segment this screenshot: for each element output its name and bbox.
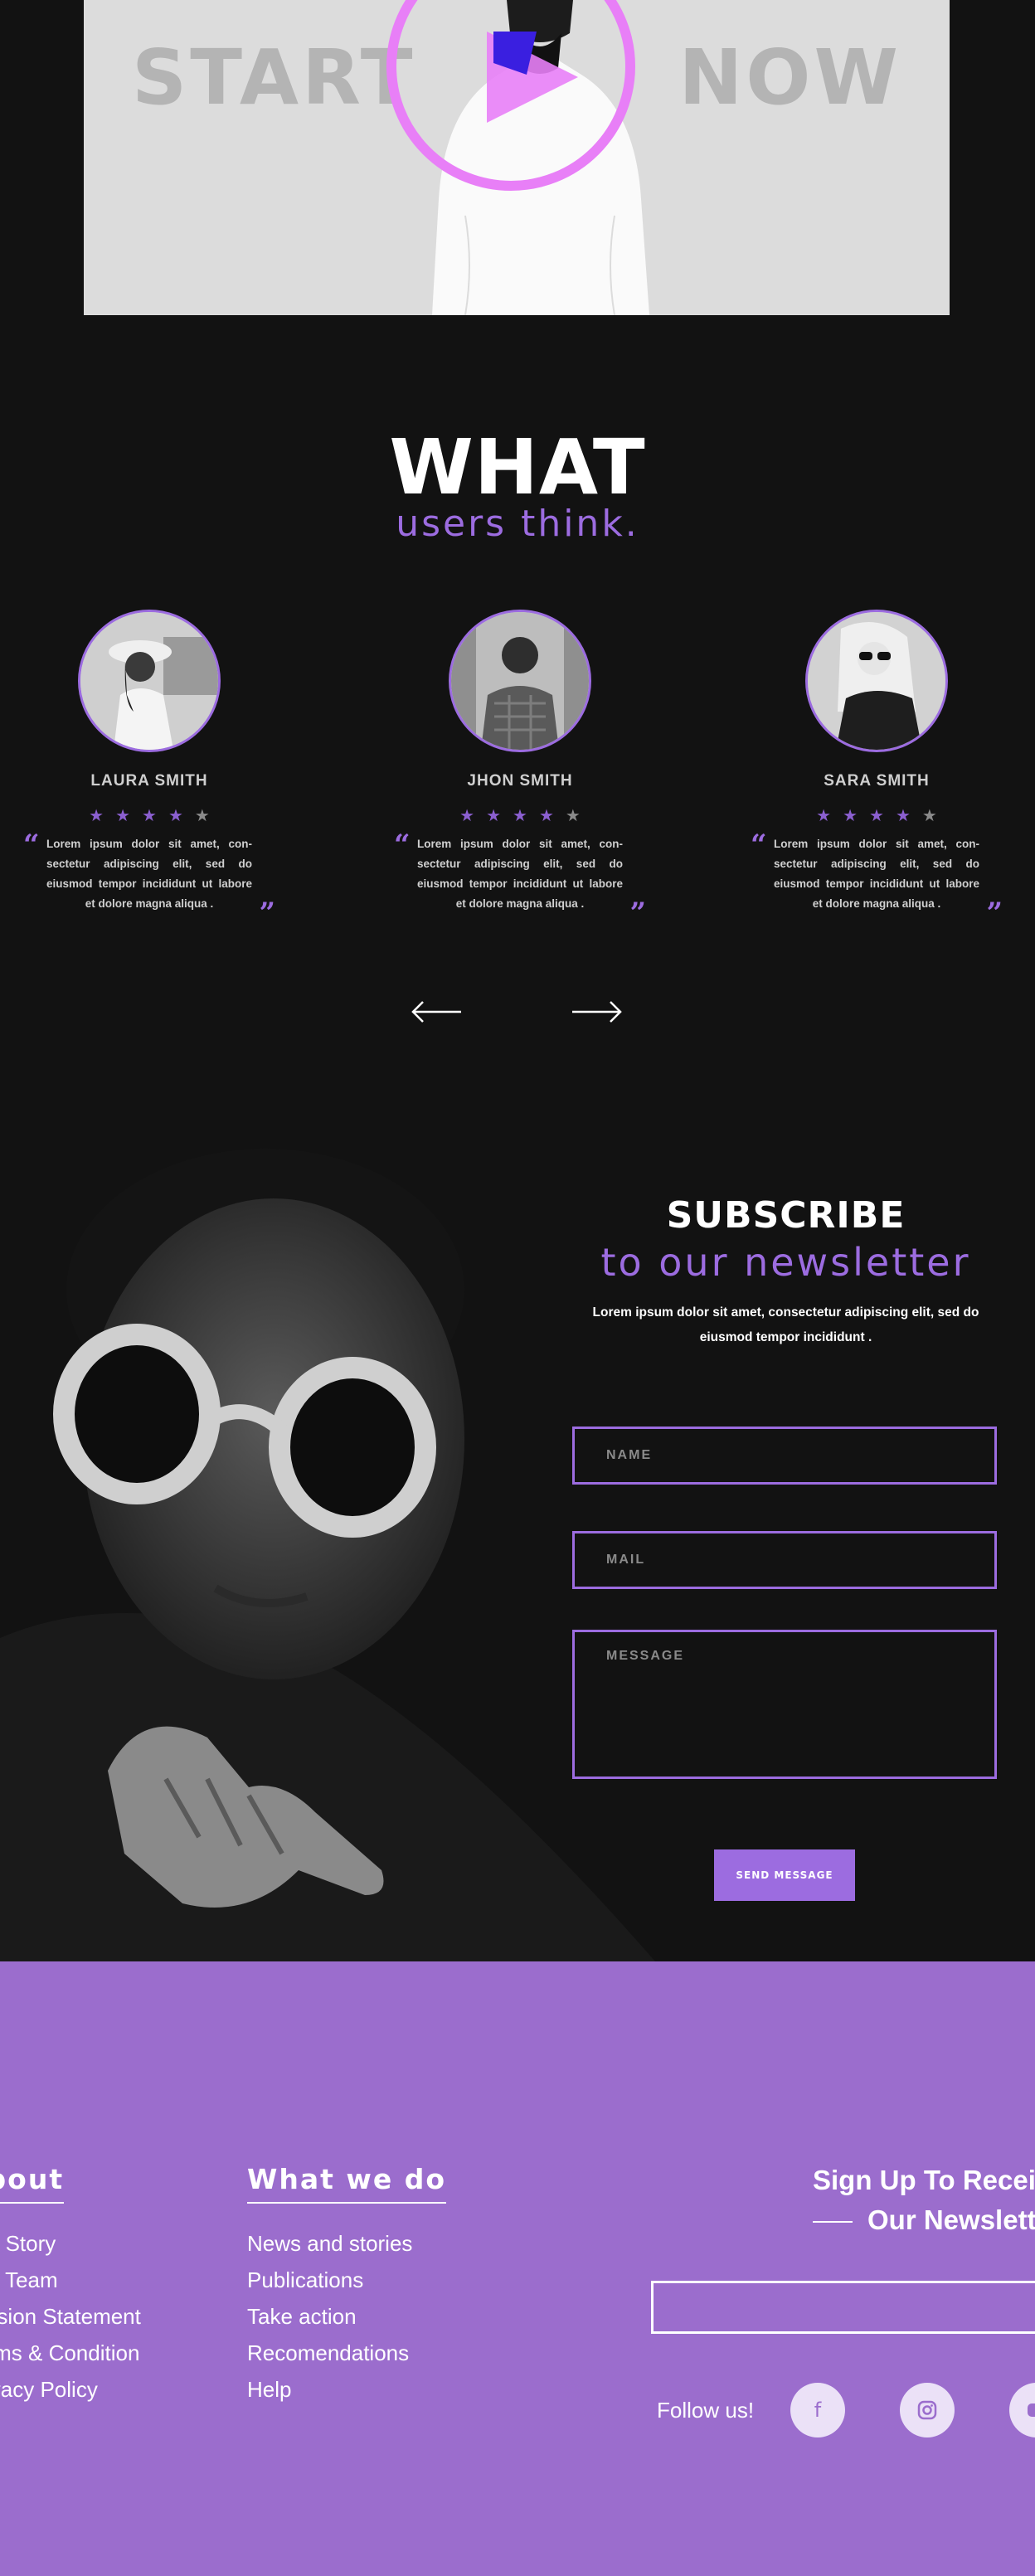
footer-link-terms[interactable]: Terms & Condition bbox=[0, 2335, 141, 2371]
newsletter-title: Sign Up To Receive Our Newsletter bbox=[813, 2160, 1035, 2240]
footer-link-mission-statement[interactable]: Mission Statement bbox=[0, 2298, 141, 2335]
send-message-button[interactable]: SEND MESSAGE bbox=[714, 1849, 855, 1901]
message-field[interactable] bbox=[572, 1630, 997, 1779]
mail-field[interactable] bbox=[572, 1531, 997, 1589]
footer-link-recomendations[interactable]: Recomendations bbox=[247, 2335, 412, 2371]
footer-link-take-action[interactable]: Take action bbox=[247, 2298, 412, 2335]
newsletter-email-input[interactable] bbox=[651, 2281, 1035, 2334]
facebook-icon[interactable]: f bbox=[790, 2383, 845, 2437]
quote-open-icon: “ bbox=[394, 829, 411, 862]
footer-link-help[interactable]: Help bbox=[247, 2371, 412, 2408]
footer-about-title: About bbox=[0, 2163, 65, 2204]
avatar bbox=[805, 610, 948, 752]
newsletter-dash bbox=[813, 2221, 853, 2224]
newsletter-title-line2: Our Newsletter bbox=[867, 2204, 1035, 2235]
testimonial-card: LAURA SMITH ★★★★★ “ Lorem ipsum dolor si… bbox=[23, 610, 275, 927]
footer-about-links: Our Story Our Team Mission Statement Ter… bbox=[0, 2225, 141, 2408]
play-icon[interactable] bbox=[479, 23, 578, 131]
avatar bbox=[78, 610, 221, 752]
avatar bbox=[449, 610, 591, 752]
rating-stars: ★★★★★ bbox=[816, 807, 949, 825]
footer-link-our-story[interactable]: Our Story bbox=[0, 2225, 141, 2262]
testimonial-card: SARA SMITH ★★★★★ “ Lorem ipsum dolor sit… bbox=[751, 610, 1003, 927]
footer-link-privacy[interactable]: Privacy Policy bbox=[0, 2371, 141, 2408]
testimonial-name: SARA SMITH bbox=[824, 772, 930, 790]
testimonial-name: LAURA SMITH bbox=[90, 772, 208, 790]
footer-whatwedo-title: What we do bbox=[247, 2163, 447, 2204]
testimonial-name: JHON SMITH bbox=[467, 772, 573, 790]
testimonial-quote: Lorem ipsum dolor sit amet, con-sectetur… bbox=[46, 838, 252, 910]
youtube-icon[interactable] bbox=[1009, 2383, 1035, 2437]
footer-whatwedo-links: News and stories Publications Take actio… bbox=[247, 2225, 412, 2408]
quote-close-icon: ” bbox=[259, 897, 275, 930]
quote-open-icon: “ bbox=[751, 829, 767, 862]
footer: About Our Story Our Team Mission Stateme… bbox=[0, 1961, 1035, 2576]
quote-close-icon: ” bbox=[629, 897, 646, 930]
quote-close-icon: ” bbox=[986, 897, 1003, 930]
footer-link-news[interactable]: News and stories bbox=[247, 2225, 412, 2262]
subscribe-text: Lorem ipsum dolor sit amet, consectetur … bbox=[592, 1305, 979, 1344]
rating-stars: ★★★★★ bbox=[89, 807, 221, 825]
newsletter-title-line1: Sign Up To Receive bbox=[813, 2165, 1035, 2195]
name-field[interactable] bbox=[572, 1427, 997, 1485]
arrow-left-icon[interactable] bbox=[410, 995, 463, 1028]
video-thumbnail[interactable]: START NOW bbox=[84, 0, 950, 315]
subscribe-title: SUBSCRIBE bbox=[666, 1194, 906, 1237]
testimonial-quote: Lorem ipsum dolor sit amet, con-sectetur… bbox=[417, 838, 623, 910]
testimonial-quote: Lorem ipsum dolor sit amet, con-sectetur… bbox=[774, 838, 979, 910]
quote-open-icon: “ bbox=[23, 829, 40, 862]
follow-label: Follow us! bbox=[657, 2398, 755, 2423]
footer-link-our-team[interactable]: Our Team bbox=[0, 2262, 141, 2298]
footer-link-publications[interactable]: Publications bbox=[247, 2262, 412, 2298]
arrow-right-icon[interactable] bbox=[571, 995, 624, 1028]
instagram-icon[interactable] bbox=[900, 2383, 955, 2437]
testimonial-card: JHON SMITH ★★★★★ “ Lorem ipsum dolor sit… bbox=[394, 610, 646, 927]
rating-stars: ★★★★★ bbox=[459, 807, 592, 825]
subscribe-subtitle: to our newsletter bbox=[600, 1240, 971, 1285]
testimonials-title: WHAT bbox=[389, 423, 646, 512]
testimonials-subtitle: users think. bbox=[396, 503, 639, 545]
